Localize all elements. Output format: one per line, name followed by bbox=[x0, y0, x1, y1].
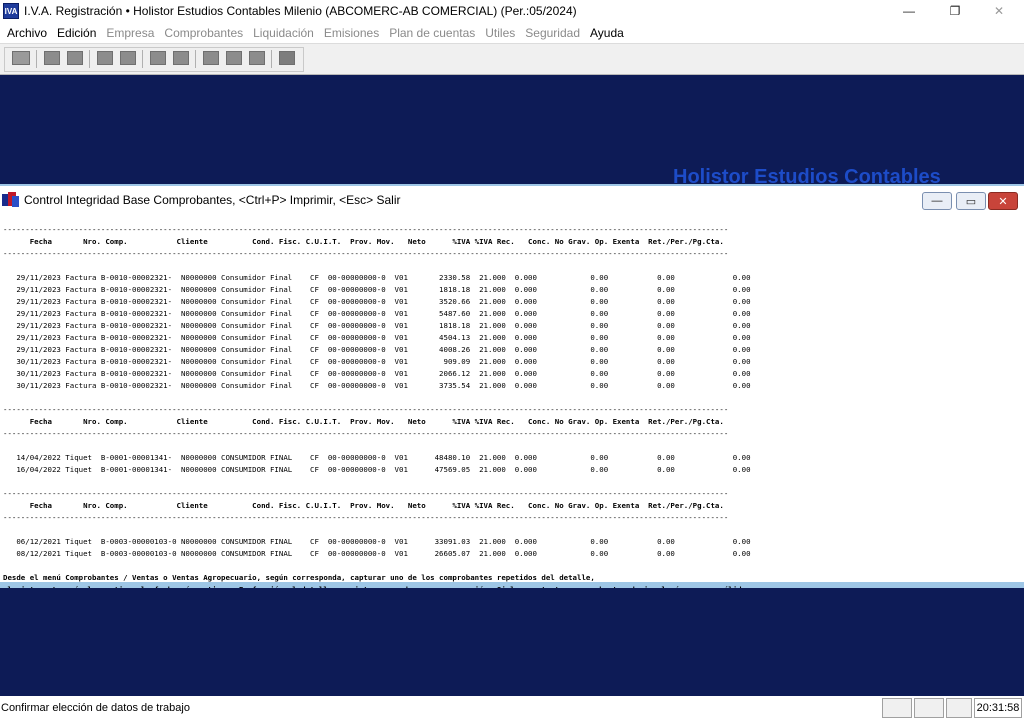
report-close-button[interactable]: ✕ bbox=[988, 192, 1018, 210]
report-column-headers: Fecha Nro. Comp. Cliente Cond. Fisc. C.U… bbox=[3, 417, 724, 426]
report-window: Control Integridad Base Comprobantes, <C… bbox=[0, 184, 1024, 606]
open-icon[interactable] bbox=[12, 51, 30, 65]
menu-utiles[interactable]: Utiles bbox=[480, 26, 520, 40]
report-row: 30/11/2023 Factura B-0010-00002321- N000… bbox=[3, 369, 751, 378]
report-window-title: Control Integridad Base Comprobantes, <C… bbox=[24, 193, 401, 207]
report-blank-line bbox=[3, 260, 1013, 272]
menu-ayuda[interactable]: Ayuda bbox=[585, 26, 629, 40]
report-separator: ----------------------------------------… bbox=[3, 405, 729, 414]
report-blank-line bbox=[3, 392, 1013, 404]
menu-plan-de-cuentas[interactable]: Plan de cuentas bbox=[384, 26, 480, 40]
status-bar: Confirmar elección de datos de trabajo 2… bbox=[0, 696, 1024, 720]
report-note-line: Desde el menú Comprobantes / Ventas o Ve… bbox=[3, 573, 595, 582]
report-row: 30/11/2023 Factura B-0010-00002321- N000… bbox=[3, 357, 751, 366]
report-row: 16/04/2022 Tiquet B-0001-00001341- N0000… bbox=[3, 465, 751, 474]
toolbar-button-icon[interactable] bbox=[67, 51, 83, 65]
menu-comprobantes[interactable]: Comprobantes bbox=[159, 26, 248, 40]
report-row: 29/11/2023 Factura B-0010-00002321- N000… bbox=[3, 285, 751, 294]
report-separator: ----------------------------------------… bbox=[3, 249, 729, 258]
toolbar-button-icon[interactable] bbox=[203, 51, 219, 65]
toolbar-button-icon[interactable] bbox=[44, 51, 60, 65]
toolbar-separator bbox=[36, 50, 37, 68]
app-icon: IVA bbox=[3, 3, 19, 19]
maximize-button[interactable]: ❐ bbox=[932, 0, 978, 22]
report-row: 06/12/2021 Tiquet B-0003-00000103-0 N000… bbox=[3, 537, 751, 546]
menu-emisiones[interactable]: Emisiones bbox=[319, 26, 384, 40]
report-row: 29/11/2023 Factura B-0010-00002321- N000… bbox=[3, 345, 751, 354]
report-row: 29/11/2023 Factura B-0010-00002321- N000… bbox=[3, 321, 751, 330]
workspace-background: Holistor Estudios Contables bbox=[0, 76, 1024, 184]
report-separator: ----------------------------------------… bbox=[3, 429, 729, 438]
workspace-background-bottom bbox=[0, 588, 1024, 696]
toolbar bbox=[0, 43, 1024, 75]
status-panel bbox=[882, 698, 912, 718]
toolbar-separator bbox=[89, 50, 90, 68]
workspace-watermark: Holistor Estudios Contables bbox=[673, 166, 941, 184]
report-column-headers: Fecha Nro. Comp. Cliente Cond. Fisc. C.U… bbox=[3, 237, 724, 246]
report-row: 14/04/2022 Tiquet B-0001-00001341- N0000… bbox=[3, 453, 751, 462]
report-blank-line bbox=[3, 524, 1013, 536]
report-column-headers: Fecha Nro. Comp. Cliente Cond. Fisc. C.U… bbox=[3, 501, 724, 510]
status-panel bbox=[914, 698, 944, 718]
toolbar-button-icon[interactable] bbox=[226, 51, 242, 65]
menu-archivo[interactable]: Archivo bbox=[2, 26, 52, 40]
report-row: 29/11/2023 Factura B-0010-00002321- N000… bbox=[3, 333, 751, 342]
menu-bar: Archivo Edición Empresa Comprobantes Liquida… bbox=[0, 22, 1024, 43]
toolbar-button-icon[interactable] bbox=[150, 51, 166, 65]
toolbar-button-icon[interactable] bbox=[173, 51, 189, 65]
close-button[interactable]: ✕ bbox=[976, 0, 1022, 22]
toolbar-button-icon[interactable] bbox=[97, 51, 113, 65]
menu-liquidación[interactable]: Liquidación bbox=[248, 26, 319, 40]
report-window-icon bbox=[2, 192, 20, 208]
report-row: 30/11/2023 Factura B-0010-00002321- N000… bbox=[3, 381, 751, 390]
report-row: 29/11/2023 Factura B-0010-00002321- N000… bbox=[3, 297, 751, 306]
menu-edición[interactable]: Edición bbox=[52, 26, 101, 40]
report-separator: ----------------------------------------… bbox=[3, 489, 729, 498]
status-panel bbox=[946, 698, 972, 718]
minimize-button[interactable]: — bbox=[886, 0, 932, 22]
status-message: Confirmar elección de datos de trabajo bbox=[1, 702, 190, 714]
toolbar-separator bbox=[142, 50, 143, 68]
report-content: ----------------------------------------… bbox=[3, 224, 1013, 606]
toolbar-separator bbox=[271, 50, 272, 68]
toolbar-separator bbox=[195, 50, 196, 68]
exit-icon[interactable] bbox=[279, 51, 295, 65]
report-blank-line bbox=[3, 560, 1013, 572]
toolbar-button-icon[interactable] bbox=[249, 51, 265, 65]
status-clock: 20:31:58 bbox=[974, 698, 1022, 718]
menu-seguridad[interactable]: Seguridad bbox=[520, 26, 585, 40]
report-maximize-button[interactable]: ▭ bbox=[956, 192, 986, 210]
window-title: I.V.A. Registración • Holistor Estudios … bbox=[24, 4, 577, 18]
report-separator: ----------------------------------------… bbox=[3, 513, 729, 522]
app-window: IVA I.V.A. Registración • Holistor Estud… bbox=[0, 0, 1024, 720]
report-window-title-bar: Control Integridad Base Comprobantes, <C… bbox=[0, 186, 1024, 214]
report-blank-line bbox=[3, 476, 1013, 488]
menu-empresa[interactable]: Empresa bbox=[101, 26, 159, 40]
report-blank-line bbox=[3, 440, 1013, 452]
toolbar-button-icon[interactable] bbox=[120, 51, 136, 65]
report-separator: ----------------------------------------… bbox=[3, 225, 729, 234]
report-row: 29/11/2023 Factura B-0010-00002321- N000… bbox=[3, 309, 751, 318]
title-bar: IVA I.V.A. Registración • Holistor Estud… bbox=[0, 0, 1024, 22]
report-row: 08/12/2021 Tiquet B-0003-00000103-0 N000… bbox=[3, 549, 751, 558]
report-minimize-button[interactable]: — bbox=[922, 192, 952, 210]
report-row: 29/11/2023 Factura B-0010-00002321- N000… bbox=[3, 273, 751, 282]
